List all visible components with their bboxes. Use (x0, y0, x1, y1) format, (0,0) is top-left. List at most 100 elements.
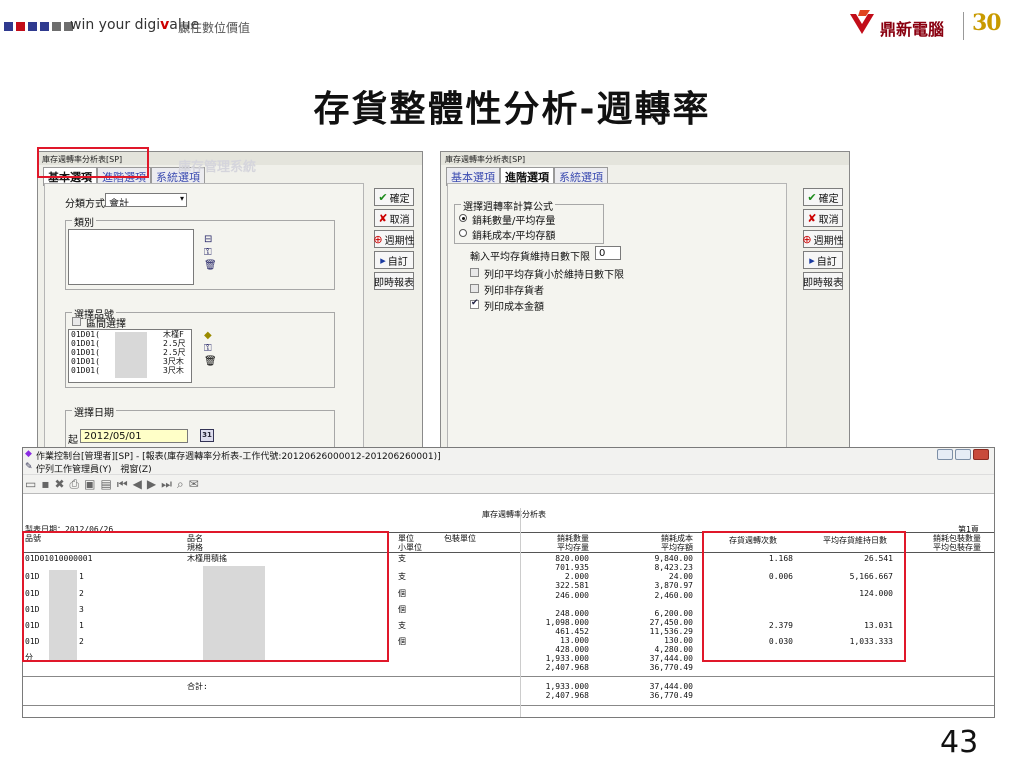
trash-icon[interactable]: 🗑 (204, 259, 217, 272)
prev-page-icon[interactable]: ◀ (133, 477, 142, 491)
realtime-report-button[interactable]: 即時報表 (374, 272, 414, 290)
brand-squares (4, 22, 73, 31)
periodic-button[interactable]: ⊕ 週期性 (373, 230, 415, 248)
unit-cell: 個 (398, 637, 406, 646)
periodic-button[interactable]: ⊕ 週期性 (802, 230, 844, 248)
report-title: 庫存週轉率分析表 (482, 510, 546, 519)
find-icon[interactable]: ⚿ (204, 342, 217, 355)
print-icon[interactable]: ⎙ (70, 477, 80, 492)
window-turnover-advanced: 庫存週轉率分析表[SP] 基本選項 進階選項 系統選項 選擇週轉率計算公式 銷耗… (440, 151, 850, 451)
date-from-input[interactable]: 2012/05/01 (80, 429, 188, 443)
box-icon[interactable]: ◆ (204, 329, 217, 342)
window-turnover-basic: 庫存週轉率分析表[SP] 庫存管理系統 基本選項 進階選項 系統選項 分類方式 … (37, 151, 423, 451)
radio-qty-formula[interactable] (459, 214, 467, 222)
qty-cell: 1,098.000 (545, 618, 589, 627)
highlight-box (702, 531, 906, 662)
find-icon[interactable]: ⚿ (204, 246, 217, 259)
avg-qty-cell: 701.935 (555, 563, 589, 572)
mail-icon[interactable]: ✉ (189, 477, 199, 491)
close-button[interactable] (973, 449, 989, 460)
avg-qty-subtotal-cell: 2,407.968 (545, 663, 589, 672)
category-tool-icons: ⊟ ⚿ 🗑 (204, 233, 217, 272)
unit-cell: 支 (398, 621, 406, 630)
open-icon[interactable]: ▭ (25, 477, 36, 491)
cross-icon: ✘ (807, 211, 817, 225)
trash-icon[interactable]: 🗑 (204, 355, 217, 368)
report-toolbar: ▭ ▪ ✖ ⎙ ▣ ▤ ⏮ ◀ ▶ ⏭ ⌕ ✉ (23, 475, 994, 494)
print-non-stock-checkbox[interactable] (470, 284, 479, 293)
highlight-box (37, 147, 149, 178)
brand-square (52, 22, 61, 31)
print-below-floor-label: 列印平均存貨小於維持日數下限 (484, 270, 624, 281)
last-page-icon[interactable]: ⏭ (161, 477, 172, 492)
item-group: 選擇品號 區間選擇 01D01(木槿F 01D01(2.5尺 01D01(2.5… (65, 306, 335, 388)
item-list[interactable]: 01D01(木槿F 01D01(2.5尺 01D01(2.5尺 01D01(3尺… (68, 329, 192, 383)
page-edge-line (520, 508, 521, 717)
col-qty: 銷耗數量 (557, 534, 589, 543)
classify-select[interactable]: 會計 ▾ (105, 193, 187, 207)
check-icon: ✔ (378, 190, 388, 204)
print-non-stock-label: 列印非存貨者 (484, 286, 544, 297)
cancel-button[interactable]: ✘ 取消 (374, 209, 414, 227)
menu-window[interactable]: 視窗(Z) (120, 465, 151, 475)
app-diamond-icon: ◆ (25, 449, 32, 459)
avg-cost-subtotal-cell: 36,770.49 (649, 663, 693, 672)
calendar-icon[interactable]: 31 (200, 429, 214, 442)
brand-square (28, 22, 37, 31)
cost-cell: 27,450.00 (649, 618, 693, 627)
check-icon: ✔ (807, 190, 817, 204)
menu-queue-manager[interactable]: 佇列工作管理員(Y) (36, 465, 112, 475)
col-pack-unit: 包裝單位 (444, 534, 476, 543)
cost-cell: 9,840.00 (654, 554, 693, 563)
col-cost: 銷耗成本 (661, 534, 693, 543)
confirm-button[interactable]: ✔ 確定 (374, 188, 414, 206)
range-checkbox[interactable] (72, 317, 81, 326)
slide-title: 存貨整體性分析-週轉率 (313, 89, 711, 130)
first-page-icon[interactable]: ⏮ (117, 477, 128, 492)
cost-cell: 130.00 (664, 636, 693, 645)
qty-cell: 13.000 (560, 636, 589, 645)
total-qty-cell: 1,933.000 (545, 682, 589, 691)
zoom-icon[interactable]: ⌕ (177, 477, 184, 492)
restore-button[interactable] (955, 449, 971, 460)
next-page-icon[interactable]: ▶ (147, 477, 156, 491)
total-label: 合計: (187, 682, 208, 691)
print-below-floor-checkbox[interactable] (470, 268, 479, 277)
add-icon[interactable]: ⊟ (204, 233, 217, 246)
preview-icon[interactable]: ▣ (84, 477, 95, 491)
classify-label: 分類方式 (65, 199, 105, 210)
item-tool-icons: ◆ ⚿ 🗑 (204, 329, 217, 368)
days-floor-input[interactable]: 0 (595, 246, 621, 260)
play-icon: ▸ (380, 253, 386, 267)
days-floor-label: 輸入平均存貨維持日數下限 (470, 252, 590, 263)
cancel-button[interactable]: ✘ 取消 (803, 209, 843, 227)
custom-button[interactable]: ▸ 自訂 (374, 251, 414, 269)
total-avg-qty-cell: 2,407.968 (545, 691, 589, 700)
report-menu-bar: ✎ 佇列工作管理員(Y) 視窗(Z) (23, 461, 994, 475)
options-panel: 選擇週轉率計算公式 銷耗數量/平均存量 銷耗成本/平均存額 輸入平均存貨維持日數… (447, 183, 787, 450)
total-cost-cell: 37,444.00 (649, 682, 693, 691)
unit-cell: 支 (398, 572, 406, 581)
qty-cell: 246.000 (555, 591, 589, 600)
category-list[interactable] (68, 229, 194, 285)
date-group-title: 選擇日期 (72, 404, 116, 419)
brand-square (40, 22, 49, 31)
minimize-button[interactable] (937, 449, 953, 460)
cost-cell: 24.00 (668, 572, 693, 581)
formula-group-title: 選擇週轉率計算公式 (461, 198, 555, 213)
total-rule (23, 705, 994, 706)
custom-button[interactable]: ▸ 自訂 (803, 251, 843, 269)
print-cost-checkbox[interactable]: ✔ (470, 298, 479, 309)
delete-icon[interactable]: ✖ (54, 477, 64, 491)
window-title: 庫存週轉率分析表[SP] (441, 152, 849, 165)
slide-header: win your digivalue 贏在數位價值 鼎新電腦 30 (0, 0, 1024, 56)
save-icon[interactable]: ▪ (41, 477, 49, 491)
radio-qty-label: 銷耗數量/平均存量 (472, 216, 556, 227)
realtime-report-button[interactable]: 即時報表 (803, 272, 843, 290)
print-cost-label: 列印成本金額 (484, 302, 544, 313)
company-logo-text: 鼎新電腦 (880, 20, 945, 39)
report-window-title: ◆ 作業控制台[管理者][SP] - [報表(庫存週轉率分析表-工作代號:201… (23, 448, 994, 462)
export-icon[interactable]: ▤ (101, 477, 112, 491)
radio-cost-formula[interactable] (459, 229, 467, 237)
confirm-button[interactable]: ✔ 確定 (803, 188, 843, 206)
